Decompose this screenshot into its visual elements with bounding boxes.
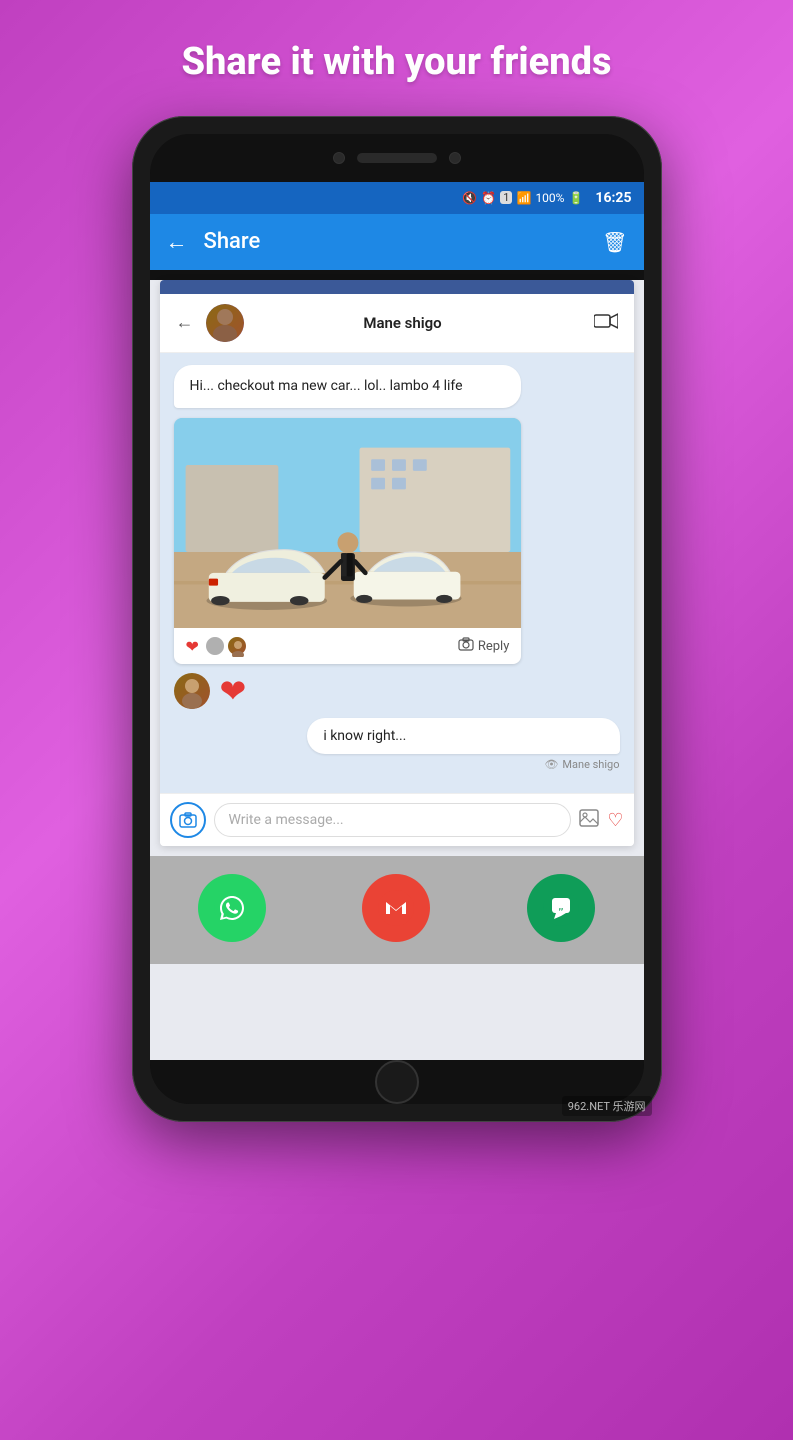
reply-button[interactable]: Reply bbox=[458, 637, 510, 655]
share-hangouts-button[interactable]: ,, bbox=[527, 874, 595, 942]
post-actions: ❤ bbox=[174, 628, 522, 664]
front-camera bbox=[333, 152, 345, 164]
phone-speaker bbox=[357, 153, 437, 163]
chat-contact-name: Mane shigo bbox=[252, 314, 554, 332]
seen-by-label: Mane shigo bbox=[562, 758, 619, 771]
seen-icon: 👁 bbox=[544, 758, 558, 771]
svg-text:,,: ,, bbox=[559, 902, 563, 912]
alarm-icon: ⏰ bbox=[481, 191, 496, 205]
video-call-button[interactable] bbox=[594, 311, 618, 335]
camera-small-icon bbox=[458, 637, 474, 655]
share-gmail-button[interactable] bbox=[362, 874, 430, 942]
heart-reaction-icon: ❤ bbox=[186, 637, 199, 656]
message-input[interactable]: Write a message... bbox=[214, 803, 572, 837]
avatar-reaction-row: ❤ bbox=[174, 672, 620, 710]
heart-reaction-big: ❤ bbox=[220, 672, 247, 710]
battery-icon: 🔋 bbox=[568, 191, 583, 205]
home-button[interactable] bbox=[375, 1060, 419, 1104]
front-sensor bbox=[449, 152, 461, 164]
screen-content: ← Mane shigo bbox=[150, 280, 644, 1060]
app-bar: ← Share 🗑 bbox=[150, 214, 644, 270]
status-bar: 🔇 ⏰ 1 📶 100% 🔋 16:25 bbox=[150, 182, 644, 214]
message-bubble-incoming: Hi... checkout ma new car... lol.. lambo… bbox=[174, 365, 522, 409]
reactions: ❤ bbox=[186, 637, 199, 656]
mute-icon: 🔇 bbox=[462, 191, 477, 205]
page-title: Share it with your friends bbox=[121, 0, 671, 116]
chat-top-strip bbox=[160, 280, 634, 294]
signal-icon: 📶 bbox=[516, 191, 531, 205]
phone-top-bezel bbox=[150, 134, 644, 182]
post-image bbox=[174, 418, 522, 628]
battery-text: 100% bbox=[535, 191, 564, 205]
shared-post-card: ❤ bbox=[174, 418, 522, 664]
reply-label: Reply bbox=[478, 639, 510, 654]
app-bar-back-button[interactable]: ← bbox=[166, 229, 188, 255]
app-bar-title: Share bbox=[204, 229, 603, 254]
status-time: 16:25 bbox=[595, 190, 631, 206]
camera-button[interactable] bbox=[170, 802, 206, 838]
phone-screen: 🔇 ⏰ 1 📶 100% 🔋 16:25 ← Share 🗑 ← bbox=[150, 134, 644, 1104]
user-avatar-small bbox=[174, 673, 210, 709]
reaction-avatar-2 bbox=[227, 636, 247, 656]
image-attach-button[interactable] bbox=[579, 809, 599, 832]
message-seen-indicator: 👁 Mane shigo bbox=[174, 758, 620, 771]
chat-header: ← Mane shigo bbox=[160, 294, 634, 353]
message-bubble-outgoing: i know right... bbox=[307, 718, 619, 754]
watermark: 962.NET 乐游网 bbox=[562, 1096, 652, 1116]
chat-input-bar: Write a message... ♡ bbox=[160, 793, 634, 846]
chat-contact-avatar bbox=[206, 304, 244, 342]
phone-frame: 🔇 ⏰ 1 📶 100% 🔋 16:25 ← Share 🗑 ← bbox=[132, 116, 662, 1122]
avatar-image bbox=[206, 304, 244, 342]
messages-area: Hi... checkout ma new car... lol.. lambo… bbox=[160, 353, 634, 794]
reaction-avatars bbox=[205, 636, 247, 656]
status-icons: 🔇 ⏰ 1 📶 100% 🔋 bbox=[462, 191, 583, 205]
share-apps-bar: ,, bbox=[150, 856, 644, 964]
notification-badge: 1 bbox=[500, 191, 512, 204]
message-input-placeholder: Write a message... bbox=[229, 812, 344, 828]
chat-card: ← Mane shigo bbox=[160, 280, 634, 847]
app-bar-delete-button[interactable]: 🗑 bbox=[602, 230, 627, 254]
reaction-avatar-1 bbox=[205, 636, 225, 656]
share-whatsapp-button[interactable] bbox=[198, 874, 266, 942]
heart-reaction-button[interactable]: ♡ bbox=[607, 810, 623, 831]
chat-back-button[interactable]: ← bbox=[176, 312, 194, 333]
